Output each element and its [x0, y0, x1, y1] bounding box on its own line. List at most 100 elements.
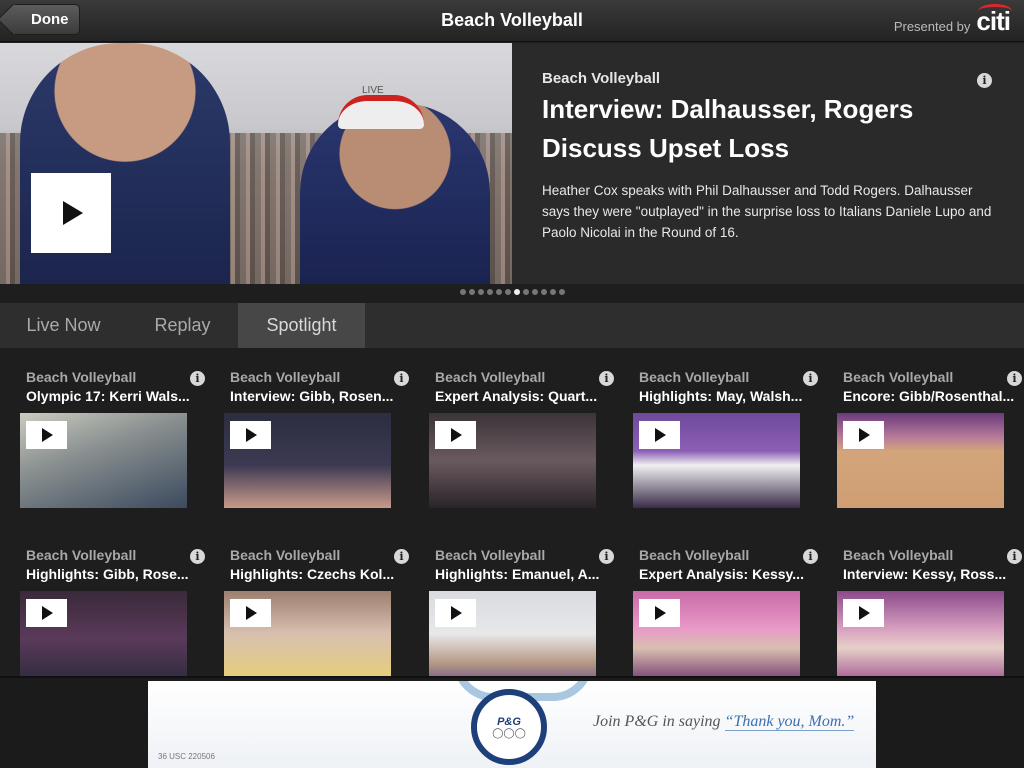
featured-video: LIVE Beach Volleyball Interview: Dalhaus…: [0, 43, 1024, 284]
video-thumbnail[interactable]: [633, 413, 800, 508]
play-icon: [655, 606, 666, 620]
featured-video-thumbnail[interactable]: LIVE: [0, 43, 512, 284]
play-icon: [42, 606, 53, 620]
info-icon[interactable]: i: [394, 371, 409, 386]
tab-bar: Live Now Replay Spotlight: [0, 303, 1024, 348]
page-dot[interactable]: [477, 289, 484, 295]
video-card[interactable]: Beach Volleyball Expert Analysis: Quart.…: [429, 368, 616, 508]
play-button[interactable]: [843, 599, 884, 627]
page-dot[interactable]: [513, 289, 520, 295]
featured-description: Heather Cox speaks with Phil Dalhausser …: [542, 183, 992, 240]
video-category: Beach Volleyball: [435, 547, 546, 563]
video-card[interactable]: Beach Volleyball Interview: Gibb, Rosen.…: [224, 368, 411, 508]
ad-slogan: Join P&G in saying “Thank you, Mom.”: [593, 713, 855, 731]
sponsor-credit: Presented by citi: [893, 4, 1013, 37]
play-button[interactable]: [26, 421, 67, 449]
play-button[interactable]: [230, 599, 271, 627]
play-button[interactable]: [31, 173, 111, 253]
video-category: Beach Volleyball: [230, 547, 341, 563]
ad-slogan-prefix: Join P&G in saying: [593, 713, 721, 730]
info-icon[interactable]: i: [1007, 549, 1022, 564]
video-thumbnail[interactable]: [837, 591, 1004, 676]
tab-replay[interactable]: Replay: [127, 303, 238, 348]
video-thumbnail[interactable]: [429, 413, 596, 508]
play-icon: [246, 606, 257, 620]
ad-banner[interactable]: P&G ◯◯◯ Join P&G in saying “Thank you, M…: [148, 681, 876, 768]
info-icon[interactable]: i: [1007, 371, 1022, 386]
video-card[interactable]: Beach Volleyball Olympic 17: Kerri Wals.…: [20, 368, 207, 508]
page-dot[interactable]: [549, 289, 556, 295]
play-icon: [859, 428, 870, 442]
video-card[interactable]: Beach Volleyball Interview: Kessy, Ross.…: [837, 546, 1024, 676]
ad-slogan-highlight: “Thank you, Mom.”: [724, 713, 855, 731]
info-icon[interactable]: i: [599, 549, 614, 564]
play-icon: [63, 201, 83, 225]
page-dot[interactable]: [558, 289, 565, 295]
video-category: Beach Volleyball: [843, 369, 954, 385]
page-dot[interactable]: [540, 289, 547, 295]
page-dot[interactable]: [486, 289, 493, 295]
video-title: Highlights: Emanuel, A...: [435, 566, 600, 582]
play-button[interactable]: [639, 599, 680, 627]
page-dot[interactable]: [531, 289, 538, 295]
olympic-rings-icon: ◯◯◯: [492, 727, 526, 739]
video-card[interactable]: Beach Volleyball Encore: Gibb/Rosenthal.…: [837, 368, 1024, 508]
play-icon: [451, 428, 462, 442]
video-card[interactable]: Beach Volleyball Highlights: May, Walsh.…: [633, 368, 820, 508]
play-button[interactable]: [26, 599, 67, 627]
page-dot[interactable]: [468, 289, 475, 295]
info-icon[interactable]: i: [977, 73, 992, 88]
page-title: Beach Volleyball: [441, 10, 583, 30]
play-button[interactable]: [435, 421, 476, 449]
video-thumbnail[interactable]: [837, 413, 1004, 508]
live-tag: LIVE: [362, 85, 384, 96]
top-bar: Done Beach Volleyball Presented by citi: [0, 0, 1024, 42]
video-title: Expert Analysis: Kessy...: [639, 566, 804, 582]
video-thumbnail[interactable]: [20, 413, 187, 508]
presented-by-text: Presented by: [893, 19, 971, 34]
tab-live-now[interactable]: Live Now: [0, 303, 127, 348]
page-dot[interactable]: [495, 289, 502, 295]
pg-medal-logo: P&G ◯◯◯: [471, 689, 547, 765]
play-button[interactable]: [230, 421, 271, 449]
video-category: Beach Volleyball: [26, 547, 137, 563]
play-icon: [859, 606, 870, 620]
video-card[interactable]: Beach Volleyball Highlights: Emanuel, A.…: [429, 546, 616, 676]
info-icon[interactable]: i: [190, 549, 205, 564]
page-dot[interactable]: [459, 289, 466, 295]
video-thumbnail[interactable]: [633, 591, 800, 676]
video-title: Expert Analysis: Quart...: [435, 388, 598, 404]
play-button[interactable]: [843, 421, 884, 449]
video-title: Highlights: Gibb, Rose...: [26, 566, 189, 582]
video-title: Interview: Gibb, Rosen...: [230, 388, 394, 404]
info-icon[interactable]: i: [394, 549, 409, 564]
video-thumbnail[interactable]: [429, 591, 596, 676]
info-icon[interactable]: i: [803, 371, 818, 386]
video-thumbnail[interactable]: [224, 413, 391, 508]
tab-spotlight[interactable]: Spotlight: [238, 303, 365, 348]
video-category: Beach Volleyball: [639, 369, 750, 385]
page-indicator[interactable]: [0, 289, 1024, 295]
play-button[interactable]: [639, 421, 680, 449]
play-icon: [246, 428, 257, 442]
page-dot[interactable]: [522, 289, 529, 295]
play-button[interactable]: [435, 599, 476, 627]
video-thumbnail[interactable]: [224, 591, 391, 676]
video-title: Highlights: May, Walsh...: [639, 388, 803, 404]
page-dot[interactable]: [504, 289, 511, 295]
info-icon[interactable]: i: [803, 549, 818, 564]
ad-bar: P&G ◯◯◯ Join P&G in saying “Thank you, M…: [0, 676, 1024, 768]
video-category: Beach Volleyball: [26, 369, 137, 385]
video-card[interactable]: Beach Volleyball Expert Analysis: Kessy.…: [633, 546, 820, 676]
ad-legal-text: 36 USC 220506: [158, 752, 215, 761]
video-card[interactable]: Beach Volleyball Highlights: Gibb, Rose.…: [20, 546, 207, 676]
video-thumbnail[interactable]: [20, 591, 187, 676]
video-category: Beach Volleyball: [843, 547, 954, 563]
ad-brand: P&G: [497, 715, 521, 728]
featured-category: Beach Volleyball: [542, 70, 661, 87]
info-icon[interactable]: i: [190, 371, 205, 386]
video-card[interactable]: Beach Volleyball Highlights: Czechs Kol.…: [224, 546, 411, 676]
info-icon[interactable]: i: [599, 371, 614, 386]
video-category: Beach Volleyball: [639, 547, 750, 563]
video-title: Encore: Gibb/Rosenthal...: [843, 388, 1015, 404]
